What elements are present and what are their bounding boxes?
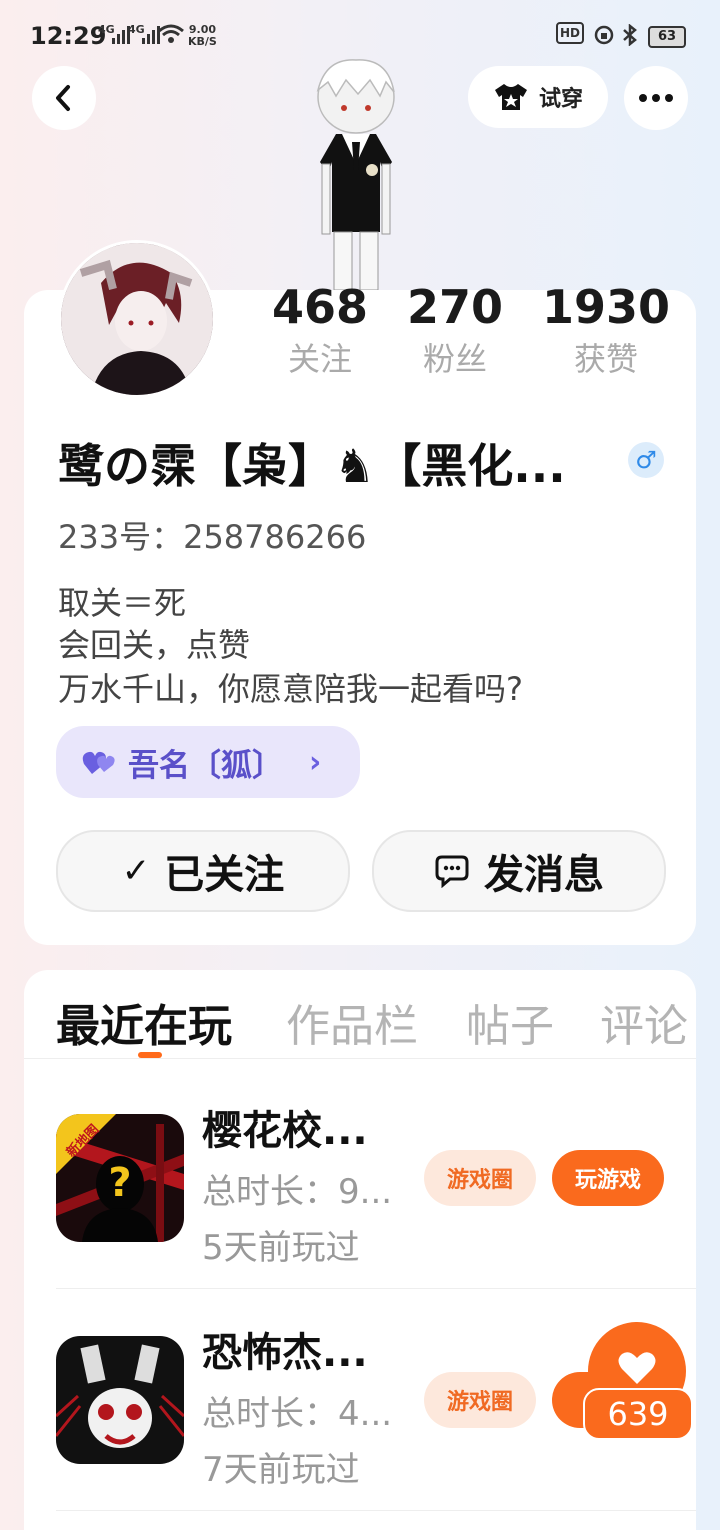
male-icon: ♂ bbox=[635, 446, 657, 474]
user-id: 233号：258786266 bbox=[58, 518, 367, 556]
game-last-played: 5天前玩过 bbox=[202, 1228, 360, 1268]
status-time: 12:29 bbox=[30, 22, 107, 50]
chat-bubble-icon bbox=[435, 855, 469, 888]
avatar[interactable] bbox=[58, 240, 216, 398]
alarm-icon bbox=[594, 25, 614, 45]
game-icon[interactable]: ? 新地图 bbox=[56, 1114, 184, 1242]
double-heart-icon bbox=[82, 751, 115, 774]
speed-unit: KB/S bbox=[188, 35, 217, 48]
bio-line: 会回关，点赞 bbox=[58, 626, 251, 664]
check-icon: ✓ bbox=[121, 851, 151, 891]
network-speed: 9.00 KB/S bbox=[188, 24, 217, 48]
stat-following[interactable]: 468 关注 bbox=[264, 280, 376, 380]
svg-text:?: ? bbox=[108, 1160, 131, 1206]
game-thumbnail: ? 新地图 bbox=[56, 1114, 184, 1242]
wifi-icon bbox=[158, 24, 184, 43]
game-title: 樱花校... bbox=[202, 1108, 368, 1154]
more-dots-icon bbox=[639, 94, 673, 102]
stat-likes-label: 获赞 bbox=[573, 340, 638, 378]
game-duration: 总时长：4... bbox=[202, 1394, 393, 1434]
like-count: 639 bbox=[583, 1388, 693, 1440]
profile-name: 鹭の霂【枭】♞【黑化... bbox=[58, 439, 566, 493]
game-last-played: 7天前玩过 bbox=[202, 1450, 360, 1490]
tab-recently-played[interactable]: 最近在玩 bbox=[56, 990, 232, 1054]
relationship-tag-label: 吾名〔狐〕 bbox=[128, 747, 283, 784]
battery-indicator: 63 bbox=[648, 26, 686, 48]
send-message-button[interactable]: 发消息 bbox=[372, 830, 666, 912]
relationship-tag[interactable]: 吾名〔狐〕 › bbox=[56, 726, 360, 798]
try-on-button[interactable]: 试穿 bbox=[468, 66, 608, 128]
tab-comments[interactable]: 评论 bbox=[600, 990, 688, 1054]
stat-fans-label: 粉丝 bbox=[422, 340, 487, 378]
try-on-label: 试穿 bbox=[538, 87, 583, 112]
gender-badge: ♂ bbox=[628, 442, 664, 478]
hd-icon: HD bbox=[556, 22, 585, 44]
tab-posts[interactable]: 帖子 bbox=[466, 990, 554, 1054]
character-figure bbox=[316, 59, 395, 290]
stat-likes-value: 1930 bbox=[541, 280, 671, 334]
back-button[interactable] bbox=[32, 66, 96, 130]
heart-icon bbox=[618, 1352, 656, 1384]
tab-works[interactable]: 作品栏 bbox=[286, 990, 418, 1054]
game-circle-button[interactable]: 游戏圈 bbox=[424, 1150, 536, 1206]
chevron-right-icon: › bbox=[309, 744, 322, 780]
row-divider bbox=[56, 1288, 696, 1289]
more-button[interactable] bbox=[624, 66, 688, 130]
row-divider bbox=[56, 1510, 696, 1511]
tshirt-icon bbox=[494, 84, 527, 110]
stat-following-value: 468 bbox=[271, 280, 369, 334]
play-game-button[interactable]: 玩游戏 bbox=[552, 1150, 664, 1206]
bluetooth-icon bbox=[623, 24, 637, 46]
game-duration: 总时长：9... bbox=[202, 1172, 393, 1212]
game-title: 恐怖杰... bbox=[202, 1330, 368, 1376]
game-icon[interactable] bbox=[56, 1336, 184, 1464]
followed-label: 已关注 bbox=[164, 852, 285, 898]
stat-likes[interactable]: 1930 获赞 bbox=[540, 280, 672, 380]
chevron-left-icon bbox=[56, 85, 70, 111]
bio-line: 取关＝死 bbox=[58, 584, 187, 622]
followed-button[interactable]: ✓ 已关注 bbox=[56, 830, 350, 912]
stat-following-label: 关注 bbox=[287, 340, 352, 378]
game-thumbnail bbox=[56, 1336, 184, 1464]
game-circle-button[interactable]: 游戏圈 bbox=[424, 1372, 536, 1428]
stat-fans-value: 270 bbox=[406, 280, 504, 334]
bio-line: 万水千山，你愿意陪我一起看吗? bbox=[58, 670, 523, 708]
send-message-label: 发消息 bbox=[484, 852, 604, 898]
stat-fans[interactable]: 270 粉丝 bbox=[398, 280, 512, 380]
avatar-image bbox=[61, 243, 213, 395]
tabs-divider bbox=[24, 1058, 696, 1059]
